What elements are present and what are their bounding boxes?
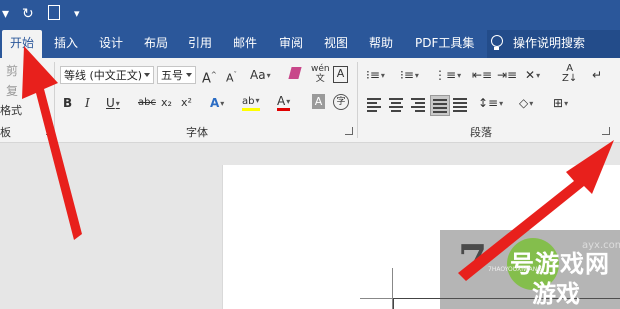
multilevel-list-button[interactable]: ⋮≡▾ <box>434 66 461 84</box>
distributed-icon[interactable] <box>453 98 467 112</box>
phonetic-guide-button[interactable]: wén 文 <box>311 64 330 84</box>
grow-font-button[interactable]: A^ <box>202 66 217 86</box>
tab-references[interactable]: 引用 <box>186 30 214 58</box>
tab-insert[interactable]: 插入 <box>52 30 80 58</box>
clipboard-dialog-launcher[interactable] <box>46 127 54 135</box>
bullets-button[interactable]: ⁝≡▾ <box>366 66 385 84</box>
bold-button[interactable]: B <box>63 94 72 112</box>
tab-pdf-tools[interactable]: PDF工具集 <box>413 30 476 58</box>
increase-indent-button[interactable]: ⇥≡ <box>497 66 517 84</box>
font-dialog-launcher[interactable] <box>345 127 353 135</box>
tab-review[interactable]: 审阅 <box>277 30 305 58</box>
copy-button[interactable]: 复 <box>6 82 18 100</box>
format-painter-button[interactable]: 格式 <box>0 102 22 120</box>
tell-me-search[interactable]: 操作说明搜索 <box>487 30 620 58</box>
italic-button[interactable]: I <box>85 94 90 112</box>
change-case-button[interactable]: Aa▾ <box>250 66 271 84</box>
chinese-layout-button[interactable]: ✕▾ <box>525 66 540 84</box>
table-border <box>393 298 394 309</box>
show-hide-marks-button[interactable]: ↵ <box>592 66 602 84</box>
lightbulb-icon <box>491 35 503 50</box>
watermark-logo: 7 号游戏网 7HAOYOUXIWANG 游戏 ayx.com <box>440 230 620 309</box>
sort-button[interactable]: A Z↓ <box>562 64 577 84</box>
text-effects-button[interactable]: A▾ <box>210 94 224 112</box>
strikethrough-button[interactable]: abc <box>138 94 156 112</box>
tell-me-label: 操作说明搜索 <box>513 36 586 50</box>
quick-access-toolbar: ▾ ↻ ▾ <box>0 0 620 30</box>
font-name-value: 等线 (中文正文) <box>64 69 143 82</box>
tab-layout[interactable]: 布局 <box>142 30 170 58</box>
clear-formatting-icon[interactable] <box>288 66 303 84</box>
font-name-combo[interactable]: 等线 (中文正文) <box>60 66 154 84</box>
line-spacing-button[interactable]: ↕≡▾ <box>478 94 503 112</box>
cut-button[interactable]: 剪 <box>6 62 18 80</box>
paragraph-dialog-launcher[interactable] <box>602 127 610 135</box>
ribbon-tab-bar: 开始 插入 设计 布局 引用 邮件 审阅 视图 帮助 PDF工具集 操作说明搜索 <box>0 30 620 58</box>
crop-mark <box>360 298 393 299</box>
enclose-characters-button[interactable]: 字 <box>333 94 349 110</box>
shading-button[interactable]: ◇▾ <box>519 94 533 112</box>
group-divider <box>357 62 358 138</box>
numbering-button[interactable]: ⁝≡▾ <box>400 66 419 84</box>
borders-button[interactable]: ⊞▾ <box>553 94 568 112</box>
tab-design[interactable]: 设计 <box>97 30 125 58</box>
highlight-button[interactable]: ab▾ <box>242 94 260 111</box>
ribbon-home: 剪 复 格式 板 等线 (中文正文) 五号 A^ Aˇ Aa▾ wén 文 A B… <box>0 58 620 143</box>
subscript-button[interactable]: x₂ <box>161 94 172 112</box>
decrease-indent-button[interactable]: ⇤≡ <box>472 66 492 84</box>
undo-dropdown-icon[interactable]: ▾ <box>2 4 9 24</box>
justify-icon[interactable] <box>430 95 450 116</box>
font-group-label: 字体 <box>186 126 208 139</box>
align-left-icon[interactable] <box>367 98 381 112</box>
redo-icon[interactable]: ↻ <box>22 4 34 24</box>
font-color-button[interactable]: A▾ <box>277 94 291 111</box>
character-border-button[interactable]: A <box>333 66 348 83</box>
tab-view[interactable]: 视图 <box>322 30 350 58</box>
paragraph-group-label: 段落 <box>470 126 492 139</box>
clipboard-group-label: 板 <box>0 126 11 139</box>
character-shading-button[interactable]: A <box>312 94 325 109</box>
print-preview-icon[interactable] <box>48 5 60 20</box>
underline-button[interactable]: U▾ <box>106 94 120 112</box>
tab-help[interactable]: 帮助 <box>367 30 395 58</box>
chevron-down-icon <box>144 73 150 77</box>
align-center-icon[interactable] <box>389 98 403 112</box>
tab-home[interactable]: 开始 <box>2 30 42 58</box>
group-divider <box>54 62 55 138</box>
font-size-combo[interactable]: 五号 <box>157 66 196 84</box>
tab-mailings[interactable]: 邮件 <box>231 30 259 58</box>
align-right-icon[interactable] <box>411 98 425 112</box>
superscript-button[interactable]: x² <box>181 94 192 112</box>
chevron-down-icon <box>186 73 192 77</box>
customize-qat-icon[interactable]: ▾ <box>74 4 80 24</box>
font-size-value: 五号 <box>161 69 183 82</box>
shrink-font-button[interactable]: Aˇ <box>226 66 237 85</box>
